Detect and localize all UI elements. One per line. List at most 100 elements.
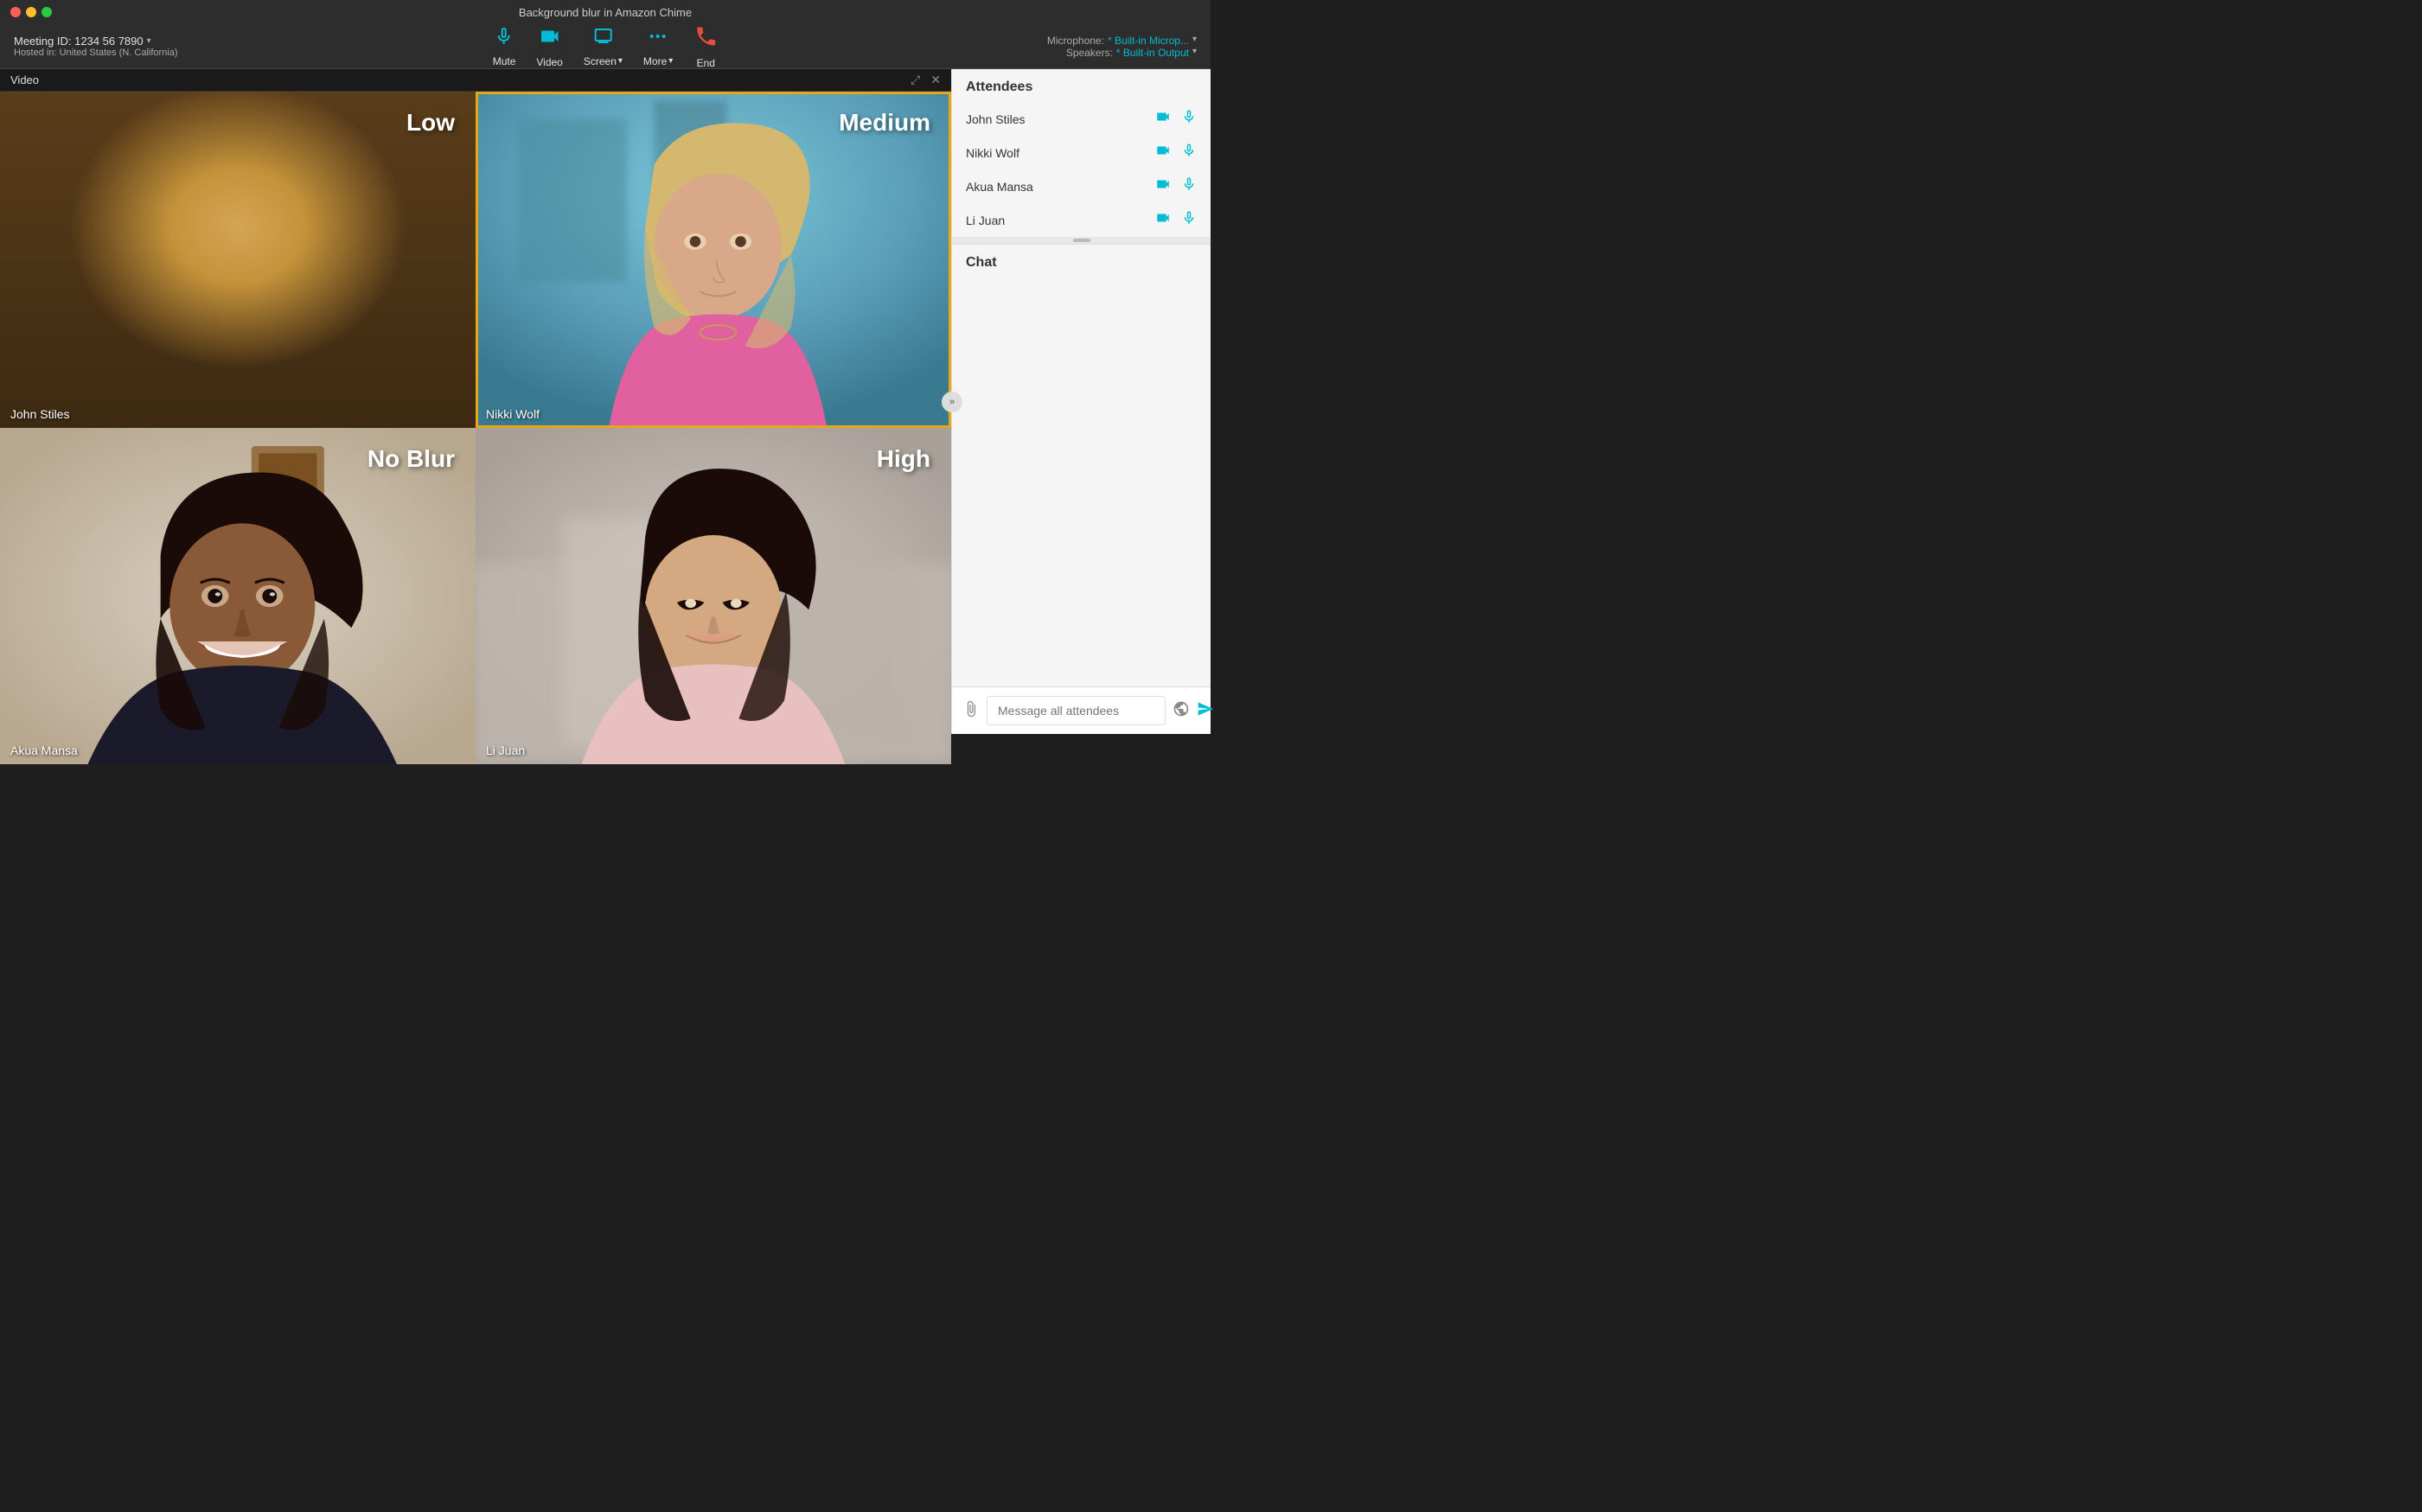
popout-icon[interactable]: ⤢ (911, 73, 920, 87)
video-panel-title: Video (10, 73, 39, 86)
attendee-name-john: John Stiles (966, 112, 1155, 126)
panel-divider[interactable] (952, 237, 1211, 244)
more-label: More (643, 55, 667, 67)
video-toggle-nikki[interactable] (1155, 143, 1171, 163)
chat-messages-area (952, 278, 1211, 686)
video-cell-li-juan: High Li Juan (476, 428, 951, 764)
speakers-value: * Built-in Output (1116, 47, 1189, 59)
participant-name-akua: Akua Mansa (10, 743, 78, 757)
mic-toggle-john[interactable] (1181, 109, 1197, 129)
attendee-item: Akua Mansa (952, 169, 1211, 203)
blur-label-akua: No Blur (367, 445, 455, 473)
microphone-value: * Built-in Microp... (1108, 35, 1189, 47)
close-button[interactable] (10, 7, 21, 17)
video-cell-john-stiles: Low John Stiles (0, 92, 476, 428)
end-button[interactable]: End (693, 24, 718, 69)
screen-label: Screen (584, 55, 617, 67)
mute-button[interactable]: Mute (493, 26, 516, 67)
collapse-icon: » (949, 397, 955, 407)
attendee-controls-akua (1155, 176, 1197, 196)
meeting-info: Meeting ID: 1234 56 7890 ▾ Hosted in: Un… (14, 35, 178, 58)
more-chevron-icon: ▾ (668, 56, 673, 66)
chevron-down-icon: ▾ (147, 36, 151, 46)
video-toggle-john[interactable] (1155, 109, 1171, 129)
video-section: Video ⤢ ✕ (0, 69, 951, 734)
attendee-item: Li Juan (952, 203, 1211, 237)
video-header-icons: ⤢ ✕ (911, 73, 941, 87)
screen-button[interactable]: Screen ▾ (584, 26, 623, 67)
attendees-header: Attendees (952, 69, 1211, 102)
attendee-controls-lijuan (1155, 210, 1197, 230)
chat-section: Chat (952, 244, 1211, 734)
screen-icon (592, 26, 613, 52)
attendee-name-lijuan: Li Juan (966, 214, 1155, 227)
device-info: Microphone: * Built-in Microp... ▾ Speak… (1047, 35, 1197, 59)
participant-name-nikki: Nikki Wolf (486, 407, 540, 421)
maximize-button[interactable] (42, 7, 52, 17)
speakers-chevron-icon: ▾ (1192, 47, 1197, 59)
microphone-label: Microphone: (1047, 35, 1104, 47)
attendee-controls-nikki (1155, 143, 1197, 163)
main-layout: Video ⤢ ✕ (0, 69, 1211, 734)
divider-handle-indicator (1073, 239, 1090, 242)
screen-chevron-icon: ▾ (618, 56, 623, 66)
speakers-row[interactable]: Speakers: * Built-in Output ▾ (1066, 47, 1197, 59)
more-button[interactable]: More ▾ (643, 26, 673, 67)
blur-label-john: Low (406, 109, 455, 137)
chat-input-area (952, 686, 1211, 734)
more-label-area: More ▾ (643, 55, 673, 67)
video-grid: Low John Stiles (0, 92, 951, 764)
video-header: Video ⤢ ✕ (0, 69, 951, 92)
title-bar: Background blur in Amazon Chime (0, 0, 1211, 24)
blur-label-lijuan: High (877, 445, 930, 473)
participant-name-john: John Stiles (10, 407, 69, 421)
participant-name-lijuan: Li Juan (486, 743, 525, 757)
right-panel: » Attendees John Stiles Nikki Wolf (951, 69, 1211, 734)
mic-toggle-akua[interactable] (1181, 176, 1197, 196)
attendee-controls-john (1155, 109, 1197, 129)
attendees-section: Attendees John Stiles Nikki Wolf (952, 69, 1211, 237)
attendee-name-akua: Akua Mansa (966, 180, 1155, 194)
toolbar-controls: Mute Video Screen ▾ More ▾ (493, 24, 719, 69)
attachment-icon[interactable] (962, 700, 980, 722)
video-cell-nikki-wolf: Medium Nikki Wolf (476, 92, 951, 428)
more-icon (648, 26, 668, 52)
akua-mansa-video (0, 428, 476, 764)
blur-label-nikki: Medium (839, 109, 930, 137)
collapse-panel-button[interactable]: » (942, 392, 962, 412)
microphone-row[interactable]: Microphone: * Built-in Microp... ▾ (1047, 35, 1197, 47)
chat-toolbar (1173, 700, 1214, 722)
attendee-item: Nikki Wolf (952, 136, 1211, 169)
mute-icon (494, 26, 514, 52)
send-icon[interactable] (1197, 700, 1214, 722)
video-icon (539, 25, 561, 53)
john-stiles-video (0, 92, 476, 428)
globe-icon[interactable] (1173, 700, 1190, 722)
close-video-icon[interactable]: ✕ (930, 73, 941, 87)
nikki-wolf-video (476, 92, 951, 428)
window-title: Background blur in Amazon Chime (519, 6, 692, 19)
chat-header: Chat (952, 244, 1211, 278)
video-toggle-akua[interactable] (1155, 176, 1171, 196)
traffic-lights[interactable] (10, 7, 52, 17)
end-call-icon (693, 24, 718, 54)
chat-input-field[interactable] (987, 696, 1166, 725)
meeting-hosted: Hosted in: United States (N. California) (14, 48, 178, 58)
video-cell-akua-mansa: No Blur Akua Mansa (0, 428, 476, 764)
mic-toggle-nikki[interactable] (1181, 143, 1197, 163)
mute-label: Mute (493, 55, 516, 67)
end-label: End (697, 57, 715, 69)
video-toggle-lijuan[interactable] (1155, 210, 1171, 230)
li-juan-video (476, 428, 951, 764)
screen-label-area: Screen ▾ (584, 55, 623, 67)
video-button[interactable]: Video (536, 25, 562, 68)
minimize-button[interactable] (26, 7, 36, 17)
speakers-label: Speakers: (1066, 47, 1113, 59)
attendee-item: John Stiles (952, 102, 1211, 136)
menu-bar: Meeting ID: 1234 56 7890 ▾ Hosted in: Un… (0, 24, 1211, 69)
video-label: Video (536, 56, 562, 68)
meeting-id[interactable]: Meeting ID: 1234 56 7890 ▾ (14, 35, 178, 48)
microphone-chevron-icon: ▾ (1192, 35, 1197, 47)
mic-toggle-lijuan[interactable] (1181, 210, 1197, 230)
attendee-name-nikki: Nikki Wolf (966, 146, 1155, 160)
